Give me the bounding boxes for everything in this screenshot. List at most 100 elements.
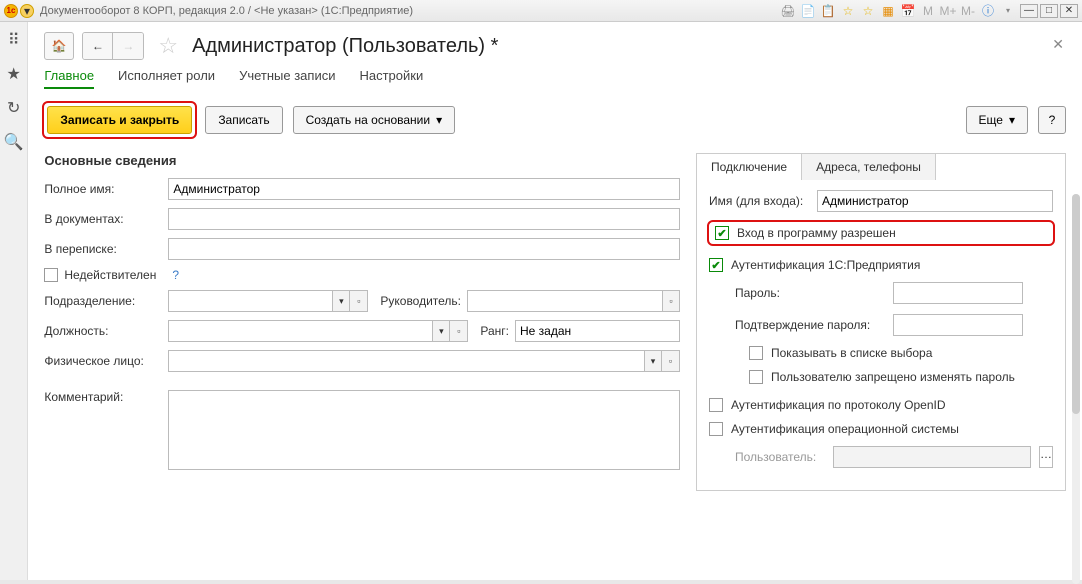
content-area: ✕ 🏠 ← → ☆ Администратор (Пользователь) *… [28,22,1082,580]
inactive-label: Недействителен [64,268,156,282]
auth-openid-checkbox[interactable] [709,398,723,412]
nav-back-forward: ← → [82,32,144,60]
minimize-button[interactable]: — [1020,4,1038,18]
left-column: Основные сведения Полное имя: В документ… [44,153,680,491]
page-title: Администратор (Пользователь) * [192,35,498,58]
auth-os-checkbox[interactable] [709,422,723,436]
more-label: Еще [979,113,1003,127]
history-icon[interactable]: ↻ [4,98,24,118]
position-drop-icon[interactable]: ▾ [432,320,450,342]
calendar-icon[interactable]: 📅 [900,3,916,19]
tab-roles[interactable]: Исполняет роли [118,68,215,89]
tab-main[interactable]: Главное [44,68,94,89]
in-docs-input[interactable] [168,208,680,230]
tab-accounts[interactable]: Учетные записи [239,68,335,89]
forward-button[interactable]: → [113,33,143,59]
left-sidebar: ⠿ ★ ↻ 🔍 [0,22,28,580]
rank-label: Ранг: [480,324,509,338]
in-corr-input[interactable] [168,238,680,260]
position-label: Должность: [44,324,162,338]
scrollbar-thumb[interactable] [1072,194,1080,414]
create-based-label: Создать на основании [306,113,431,127]
print-icon[interactable]: 🖨 [780,3,796,19]
help-button[interactable]: ? [1038,106,1066,134]
window-title: Документооборот 8 КОРП, редакция 2.0 / <… [40,5,413,17]
save-button[interactable]: Записать [205,106,282,134]
info-icon[interactable]: ⓘ [980,3,996,19]
manager-open-icon[interactable]: ▫ [662,290,680,312]
auth-1c-checkbox[interactable] [709,258,723,272]
manager-label: Руководитель: [380,294,461,308]
m-minus-icon[interactable]: M- [960,3,976,19]
position-open-icon[interactable]: ▫ [450,320,468,342]
password-input[interactable] [893,282,1023,304]
inactive-help-link[interactable]: ? [172,268,179,282]
save-close-button[interactable]: Записать и закрыть [47,106,192,134]
section-basic: Основные сведения [44,153,680,168]
auth-os-label: Аутентификация операционной системы [731,422,959,436]
password-label: Пароль: [735,286,885,300]
search-icon[interactable]: 🔍 [4,132,24,152]
person-input[interactable] [168,350,644,372]
comment-label: Комментарий: [44,390,162,404]
os-user-input [833,446,1031,468]
tab-settings[interactable]: Настройки [359,68,423,89]
comment-textarea[interactable] [168,390,680,470]
inactive-checkbox[interactable] [44,268,58,282]
auth-openid-label: Аутентификация по протоколу OpenID [731,398,946,412]
forbid-change-checkbox[interactable] [749,370,763,384]
person-label: Физическое лицо: [44,354,162,368]
login-label: Имя (для входа): [709,194,809,208]
tab-addresses[interactable]: Адреса, телефоны [802,153,936,180]
forbid-change-label: Пользователю запрещено изменять пароль [771,370,1015,384]
maximize-button[interactable]: □ [1040,4,1058,18]
login-input[interactable] [817,190,1053,212]
full-name-label: Полное имя: [44,182,162,196]
full-name-input[interactable] [168,178,680,200]
star-icon[interactable]: ★ [4,64,24,84]
create-based-button[interactable]: Создать на основании▾ [293,106,456,134]
os-user-browse-icon[interactable]: … [1039,446,1053,468]
m-icon[interactable]: M [920,3,936,19]
right-column: Подключение Адреса, телефоны Имя (для вх… [696,153,1066,491]
close-button[interactable]: ✕ [1060,4,1078,18]
calc-icon[interactable]: ▦ [880,3,896,19]
page-close-icon[interactable]: ✕ [1052,36,1064,53]
fav-outline-icon[interactable]: ☆ [860,3,876,19]
in-corr-label: В переписке: [44,242,162,256]
tab-connection[interactable]: Подключение [696,153,802,180]
info-drop-icon[interactable]: ▾ [1000,3,1016,19]
more-button[interactable]: Еще ▾ [966,106,1028,134]
m-plus-icon[interactable]: M+ [940,3,956,19]
chevron-down-icon: ▾ [1009,113,1015,127]
apps-icon[interactable]: ⠿ [4,30,24,50]
show-in-list-checkbox[interactable] [749,346,763,360]
fav-star-icon[interactable]: ☆ [840,3,856,19]
in-docs-label: В документах: [44,212,162,226]
doc-icon[interactable]: 📄 [800,3,816,19]
auth-1c-label: Аутентификация 1С:Предприятия [731,258,920,272]
rank-input[interactable] [515,320,680,342]
clipboard-icon[interactable]: 📋 [820,3,836,19]
manager-input[interactable] [467,290,662,312]
vertical-scrollbar[interactable] [1072,194,1080,584]
back-button[interactable]: ← [83,33,113,59]
app-icon: 1c [4,4,18,18]
department-input[interactable] [168,290,332,312]
right-tab-box: Подключение Адреса, телефоны Имя (для вх… [696,153,1066,491]
highlight-save-close: Записать и закрыть [44,103,195,137]
password-confirm-input[interactable] [893,314,1023,336]
allow-login-label: Вход в программу разрешен [737,226,896,240]
position-input[interactable] [168,320,432,342]
department-drop-icon[interactable]: ▾ [332,290,350,312]
home-button[interactable]: 🏠 [44,32,74,60]
dropdown-icon[interactable]: ▾ [20,4,34,18]
person-open-icon[interactable]: ▫ [662,350,680,372]
favorite-star-icon[interactable]: ☆ [158,33,178,59]
window-titlebar: 1c ▾ Документооборот 8 КОРП, редакция 2.… [0,0,1082,22]
person-drop-icon[interactable]: ▾ [644,350,662,372]
department-open-icon[interactable]: ▫ [350,290,368,312]
show-in-list-label: Показывать в списке выбора [771,346,932,360]
allow-login-checkbox[interactable] [715,226,729,240]
toolbar: Записать и закрыть Записать Создать на о… [44,103,1066,137]
